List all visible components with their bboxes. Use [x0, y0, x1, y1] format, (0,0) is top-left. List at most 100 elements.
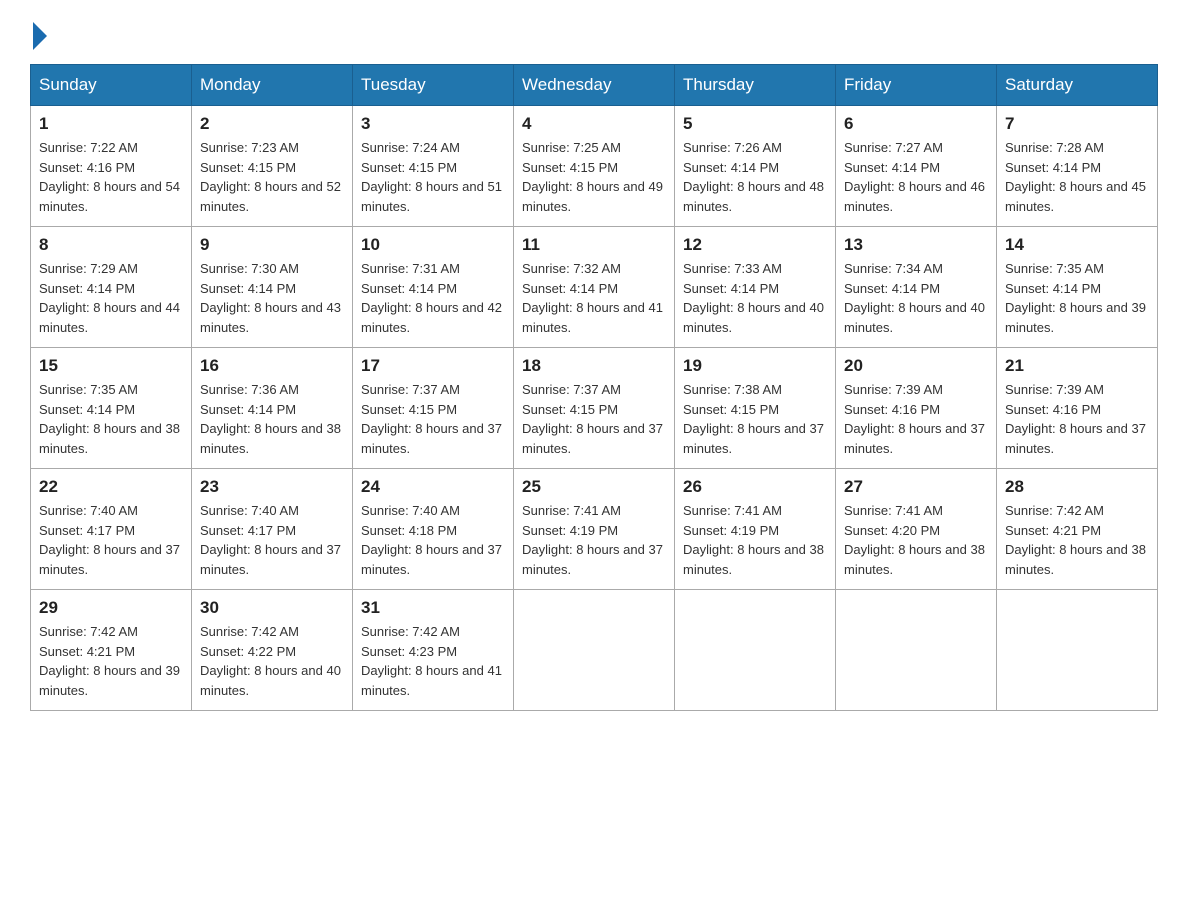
day-info: Sunrise: 7:23 AMSunset: 4:15 PMDaylight:… [200, 138, 344, 216]
calendar-day-cell: 30Sunrise: 7:42 AMSunset: 4:22 PMDayligh… [192, 590, 353, 711]
day-info: Sunrise: 7:41 AMSunset: 4:19 PMDaylight:… [522, 501, 666, 579]
weekday-header-sunday: Sunday [31, 65, 192, 106]
day-info: Sunrise: 7:40 AMSunset: 4:18 PMDaylight:… [361, 501, 505, 579]
day-info: Sunrise: 7:34 AMSunset: 4:14 PMDaylight:… [844, 259, 988, 337]
day-number: 24 [361, 477, 505, 497]
empty-cell [997, 590, 1158, 711]
calendar-day-cell: 28 Sunrise: 7:42 AMSunset: 4:21 PMDayligh… [997, 469, 1158, 590]
calendar-day-cell: 13 Sunrise: 7:34 AMSunset: 4:14 PMDayligh… [836, 227, 997, 348]
weekday-header-wednesday: Wednesday [514, 65, 675, 106]
day-number: 7 [1005, 114, 1149, 134]
day-number: 17 [361, 356, 505, 376]
empty-cell [836, 590, 997, 711]
calendar-table: SundayMondayTuesdayWednesdayThursdayFrid… [30, 64, 1158, 711]
calendar-day-cell: 15Sunrise: 7:35 AMSunset: 4:14 PMDayligh… [31, 348, 192, 469]
day-number: 19 [683, 356, 827, 376]
day-info: Sunrise: 7:37 AMSunset: 4:15 PMDaylight:… [361, 380, 505, 458]
day-number: 20 [844, 356, 988, 376]
day-info: Sunrise: 7:39 AMSunset: 4:16 PMDaylight:… [844, 380, 988, 458]
logo [30, 20, 47, 44]
calendar-day-cell: 18 Sunrise: 7:37 AMSunset: 4:15 PMDayligh… [514, 348, 675, 469]
weekday-header-saturday: Saturday [997, 65, 1158, 106]
day-info: Sunrise: 7:26 AMSunset: 4:14 PMDaylight:… [683, 138, 827, 216]
day-number: 23 [200, 477, 344, 497]
day-info: Sunrise: 7:41 AMSunset: 4:20 PMDaylight:… [844, 501, 988, 579]
day-info: Sunrise: 7:33 AMSunset: 4:14 PMDaylight:… [683, 259, 827, 337]
day-number: 2 [200, 114, 344, 134]
calendar-day-cell: 9 Sunrise: 7:30 AMSunset: 4:14 PMDaylight… [192, 227, 353, 348]
day-info: Sunrise: 7:27 AMSunset: 4:14 PMDaylight:… [844, 138, 988, 216]
calendar-week-row: 15Sunrise: 7:35 AMSunset: 4:14 PMDayligh… [31, 348, 1158, 469]
day-number: 8 [39, 235, 183, 255]
calendar-day-cell: 8 Sunrise: 7:29 AMSunset: 4:14 PMDaylight… [31, 227, 192, 348]
day-info: Sunrise: 7:24 AMSunset: 4:15 PMDaylight:… [361, 138, 505, 216]
day-number: 27 [844, 477, 988, 497]
day-info: Sunrise: 7:30 AMSunset: 4:14 PMDaylight:… [200, 259, 344, 337]
day-number: 30 [200, 598, 344, 618]
day-info: Sunrise: 7:31 AMSunset: 4:14 PMDaylight:… [361, 259, 505, 337]
day-info: Sunrise: 7:35 AMSunset: 4:14 PMDaylight:… [39, 380, 183, 458]
day-info: Sunrise: 7:37 AMSunset: 4:15 PMDaylight:… [522, 380, 666, 458]
day-info: Sunrise: 7:38 AMSunset: 4:15 PMDaylight:… [683, 380, 827, 458]
calendar-week-row: 29 Sunrise: 7:42 AMSunset: 4:21 PMDayligh… [31, 590, 1158, 711]
calendar-day-cell: 5Sunrise: 7:26 AMSunset: 4:14 PMDaylight… [675, 106, 836, 227]
calendar-day-cell: 11 Sunrise: 7:32 AMSunset: 4:14 PMDayligh… [514, 227, 675, 348]
day-number: 14 [1005, 235, 1149, 255]
calendar-week-row: 1Sunrise: 7:22 AMSunset: 4:16 PMDaylight… [31, 106, 1158, 227]
calendar-day-cell: 22Sunrise: 7:40 AMSunset: 4:17 PMDayligh… [31, 469, 192, 590]
day-number: 21 [1005, 356, 1149, 376]
day-info: Sunrise: 7:35 AMSunset: 4:14 PMDaylight:… [1005, 259, 1149, 337]
day-info: Sunrise: 7:32 AMSunset: 4:14 PMDaylight:… [522, 259, 666, 337]
day-number: 18 [522, 356, 666, 376]
calendar-day-cell: 14 Sunrise: 7:35 AMSunset: 4:14 PMDayligh… [997, 227, 1158, 348]
calendar-day-cell: 21 Sunrise: 7:39 AMSunset: 4:16 PMDayligh… [997, 348, 1158, 469]
day-number: 12 [683, 235, 827, 255]
calendar-day-cell: 29 Sunrise: 7:42 AMSunset: 4:21 PMDayligh… [31, 590, 192, 711]
calendar-day-cell: 23Sunrise: 7:40 AMSunset: 4:17 PMDayligh… [192, 469, 353, 590]
calendar-day-cell: 24 Sunrise: 7:40 AMSunset: 4:18 PMDayligh… [353, 469, 514, 590]
calendar-day-cell: 27 Sunrise: 7:41 AMSunset: 4:20 PMDayligh… [836, 469, 997, 590]
day-info: Sunrise: 7:41 AMSunset: 4:19 PMDaylight:… [683, 501, 827, 579]
day-info: Sunrise: 7:28 AMSunset: 4:14 PMDaylight:… [1005, 138, 1149, 216]
calendar-day-cell: 19 Sunrise: 7:38 AMSunset: 4:15 PMDayligh… [675, 348, 836, 469]
page-header [30, 20, 1158, 44]
day-number: 25 [522, 477, 666, 497]
day-number: 31 [361, 598, 505, 618]
calendar-day-cell: 10 Sunrise: 7:31 AMSunset: 4:14 PMDayligh… [353, 227, 514, 348]
calendar-week-row: 8 Sunrise: 7:29 AMSunset: 4:14 PMDaylight… [31, 227, 1158, 348]
calendar-day-cell: 4 Sunrise: 7:25 AMSunset: 4:15 PMDaylight… [514, 106, 675, 227]
day-number: 26 [683, 477, 827, 497]
calendar-day-cell: 3Sunrise: 7:24 AMSunset: 4:15 PMDaylight… [353, 106, 514, 227]
calendar-day-cell: 7 Sunrise: 7:28 AMSunset: 4:14 PMDaylight… [997, 106, 1158, 227]
calendar-day-cell: 25 Sunrise: 7:41 AMSunset: 4:19 PMDayligh… [514, 469, 675, 590]
calendar-day-cell: 12 Sunrise: 7:33 AMSunset: 4:14 PMDayligh… [675, 227, 836, 348]
day-info: Sunrise: 7:29 AMSunset: 4:14 PMDaylight:… [39, 259, 183, 337]
logo-arrow-icon [33, 22, 47, 50]
day-info: Sunrise: 7:22 AMSunset: 4:16 PMDaylight:… [39, 138, 183, 216]
calendar-day-cell: 1Sunrise: 7:22 AMSunset: 4:16 PMDaylight… [31, 106, 192, 227]
calendar-day-cell: 6Sunrise: 7:27 AMSunset: 4:14 PMDaylight… [836, 106, 997, 227]
day-number: 11 [522, 235, 666, 255]
weekday-header-thursday: Thursday [675, 65, 836, 106]
calendar-day-cell: 26 Sunrise: 7:41 AMSunset: 4:19 PMDayligh… [675, 469, 836, 590]
day-info: Sunrise: 7:42 AMSunset: 4:21 PMDaylight:… [1005, 501, 1149, 579]
weekday-header-row: SundayMondayTuesdayWednesdayThursdayFrid… [31, 65, 1158, 106]
day-number: 22 [39, 477, 183, 497]
day-info: Sunrise: 7:42 AMSunset: 4:23 PMDaylight:… [361, 622, 505, 700]
day-number: 9 [200, 235, 344, 255]
day-info: Sunrise: 7:36 AMSunset: 4:14 PMDaylight:… [200, 380, 344, 458]
day-info: Sunrise: 7:42 AMSunset: 4:21 PMDaylight:… [39, 622, 183, 700]
day-number: 13 [844, 235, 988, 255]
day-info: Sunrise: 7:39 AMSunset: 4:16 PMDaylight:… [1005, 380, 1149, 458]
empty-cell [675, 590, 836, 711]
calendar-day-cell: 16 Sunrise: 7:36 AMSunset: 4:14 PMDayligh… [192, 348, 353, 469]
day-number: 10 [361, 235, 505, 255]
day-number: 28 [1005, 477, 1149, 497]
day-info: Sunrise: 7:25 AMSunset: 4:15 PMDaylight:… [522, 138, 666, 216]
day-number: 16 [200, 356, 344, 376]
day-number: 4 [522, 114, 666, 134]
calendar-week-row: 22Sunrise: 7:40 AMSunset: 4:17 PMDayligh… [31, 469, 1158, 590]
weekday-header-monday: Monday [192, 65, 353, 106]
day-number: 29 [39, 598, 183, 618]
calendar-day-cell: 17 Sunrise: 7:37 AMSunset: 4:15 PMDayligh… [353, 348, 514, 469]
